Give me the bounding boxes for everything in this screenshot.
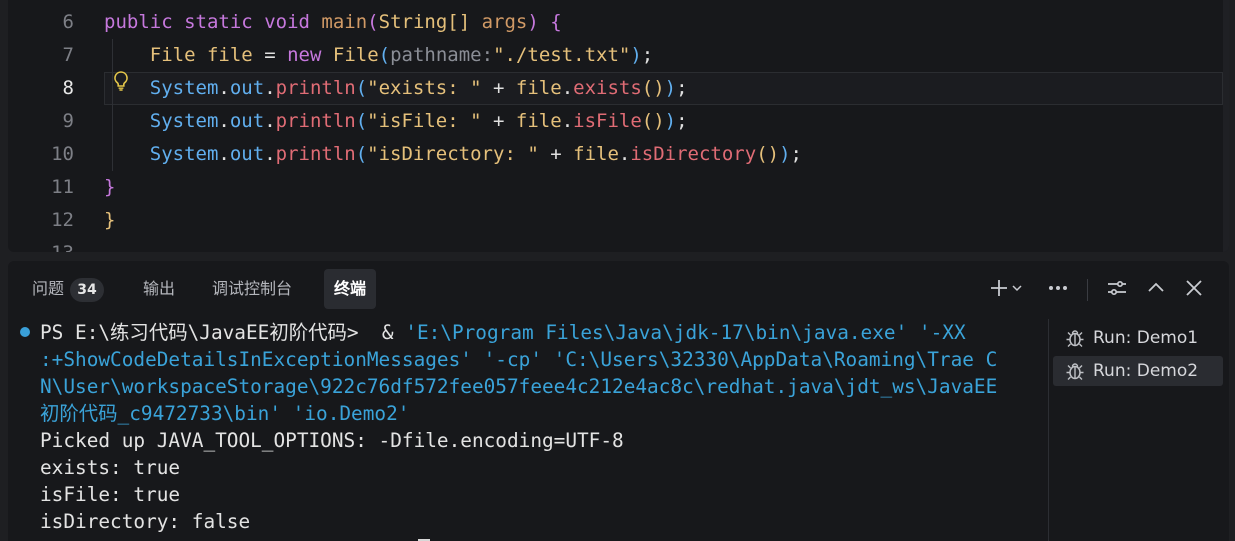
code-line: } — [104, 209, 116, 231]
token-method: main — [321, 11, 368, 33]
token-class: System — [149, 77, 219, 99]
terminal-output[interactable]: PS E:\练习代码\JavaEE初阶代码> & 'E:\Program Fil… — [8, 319, 1048, 541]
tab-label: 调试控制台 — [212, 279, 293, 298]
tab-debug-console[interactable]: 调试控制台 — [202, 269, 302, 309]
token-param: args — [481, 11, 528, 33]
terminal-session-item[interactable]: Run: Demo1 — [1053, 323, 1223, 353]
line-number: 13 — [14, 237, 74, 252]
line-number: 11 — [51, 176, 74, 198]
tab-label: 问题 — [32, 279, 65, 298]
terminal-session-list: Run: Demo1 Run: Demo2 — [1048, 319, 1229, 541]
line-number: 12 — [51, 209, 74, 231]
new-terminal-plus-icon[interactable] — [985, 275, 1013, 303]
token-method: isFile — [573, 110, 642, 132]
token-method: println — [275, 77, 356, 99]
terminal-line: 初阶代码_c9472733\bin' 'io.Demo2' — [40, 402, 410, 425]
tab-problems[interactable]: 问题 34 — [22, 269, 114, 309]
token-variable: file — [573, 143, 619, 165]
line-number-gutter: 6 7 8 9 10 11 12 13 — [8, 0, 88, 252]
line-number-active: 8 — [62, 77, 74, 99]
token-variable: file — [515, 110, 562, 132]
problems-count-badge: 34 — [70, 278, 105, 302]
line-number: 10 — [51, 143, 74, 165]
tab-label: 终端 — [334, 279, 367, 298]
tab-output[interactable]: 输出 — [133, 269, 185, 309]
more-actions-icon[interactable] — [1044, 275, 1072, 303]
code-line-active: System.out.println("exists: " + file.exi… — [149, 77, 688, 99]
session-label: Run: Demo2 — [1093, 361, 1199, 381]
token-field: out — [229, 143, 265, 165]
debug-bug-icon — [1065, 328, 1085, 358]
token-string: "isDirectory: " — [367, 143, 539, 165]
toolbar-divider — [1087, 279, 1088, 301]
token-method: isDirectory — [630, 143, 757, 165]
panel-tab-bar: 问题 34 输出 调试控制台 终端 — [8, 261, 1229, 317]
tab-terminal[interactable]: 终端 — [324, 269, 377, 309]
parameter-hint: pathname: — [390, 44, 494, 66]
token-keyword: public — [104, 11, 173, 33]
terminal-cursor — [418, 535, 430, 541]
token-class: System — [149, 143, 219, 165]
terminal-line: isDirectory: false — [40, 510, 251, 533]
terminal-prompt: PS E:\练习代码\JavaEE初阶代码> & — [40, 321, 406, 344]
token-type: String[] — [378, 11, 471, 33]
session-label: Run: Demo1 — [1093, 328, 1199, 348]
terminal-line: isFile: true — [40, 483, 181, 506]
token-method: exists — [573, 77, 642, 99]
code-editor[interactable]: 6 7 8 9 10 11 12 13 public static void m… — [8, 0, 1229, 252]
code-line: System.out.println("isFile: " + file.isF… — [149, 110, 688, 132]
token-class: System — [149, 110, 219, 132]
token-keyword: void — [264, 11, 310, 33]
token-method: println — [275, 143, 356, 165]
terminal-line: :+ShowCodeDetailsInExceptionMessages' '-… — [40, 348, 998, 371]
terminal-line: Picked up JAVA_TOOL_OPTIONS: -Dfile.enco… — [40, 429, 624, 452]
token-keyword: new — [287, 44, 322, 66]
terminal-command: 'E:\Program Files\Java\jdk-17\bin\java.e… — [405, 321, 966, 344]
token-field: out — [229, 110, 265, 132]
token-string: "exists: " — [367, 77, 482, 99]
close-panel-icon[interactable] — [1180, 275, 1208, 303]
code-line: public static void main(String[] args) { — [104, 11, 562, 33]
code-line: } — [104, 176, 116, 198]
terminal-session-item-active[interactable]: Run: Demo2 — [1053, 356, 1223, 386]
tab-label: 输出 — [143, 279, 176, 298]
terminal-line: exists: true — [40, 456, 181, 479]
token-field: out — [229, 77, 265, 99]
token-variable: file — [515, 77, 562, 99]
code-line: System.out.println("isDirectory: " + fil… — [149, 143, 802, 165]
line-number: 6 — [62, 11, 74, 33]
token-type: File — [149, 44, 196, 66]
command-status-dot-icon — [20, 327, 30, 337]
token-type: File — [332, 44, 379, 66]
line-number: 9 — [62, 110, 74, 132]
chevron-down-icon[interactable] — [1010, 275, 1024, 303]
token-method: println — [275, 110, 356, 132]
terminal-line: N\User\workspaceStorage\922c76df572fee05… — [40, 375, 998, 398]
editor-scrollbar[interactable] — [1223, 0, 1229, 252]
panel-settings-icon[interactable] — [1103, 275, 1131, 303]
terminal-line-prompt: PS E:\练习代码\JavaEE初阶代码> & 'E:\Program Fil… — [40, 319, 966, 346]
line-number: 7 — [62, 44, 74, 66]
token-keyword: static — [184, 11, 253, 33]
token-variable: file — [206, 44, 253, 66]
debug-bug-icon — [1065, 361, 1085, 391]
token-string: "isFile: " — [367, 110, 482, 132]
code-line: File file = new File(pathname:"./test.tx… — [149, 44, 654, 66]
token-string: "./test.txt" — [493, 44, 631, 66]
bottom-panel: 问题 34 输出 调试控制台 终端 PS E:\练习代码\JavaEE初阶代码> … — [8, 261, 1229, 541]
maximize-panel-chevron-up-icon[interactable] — [1142, 275, 1170, 303]
